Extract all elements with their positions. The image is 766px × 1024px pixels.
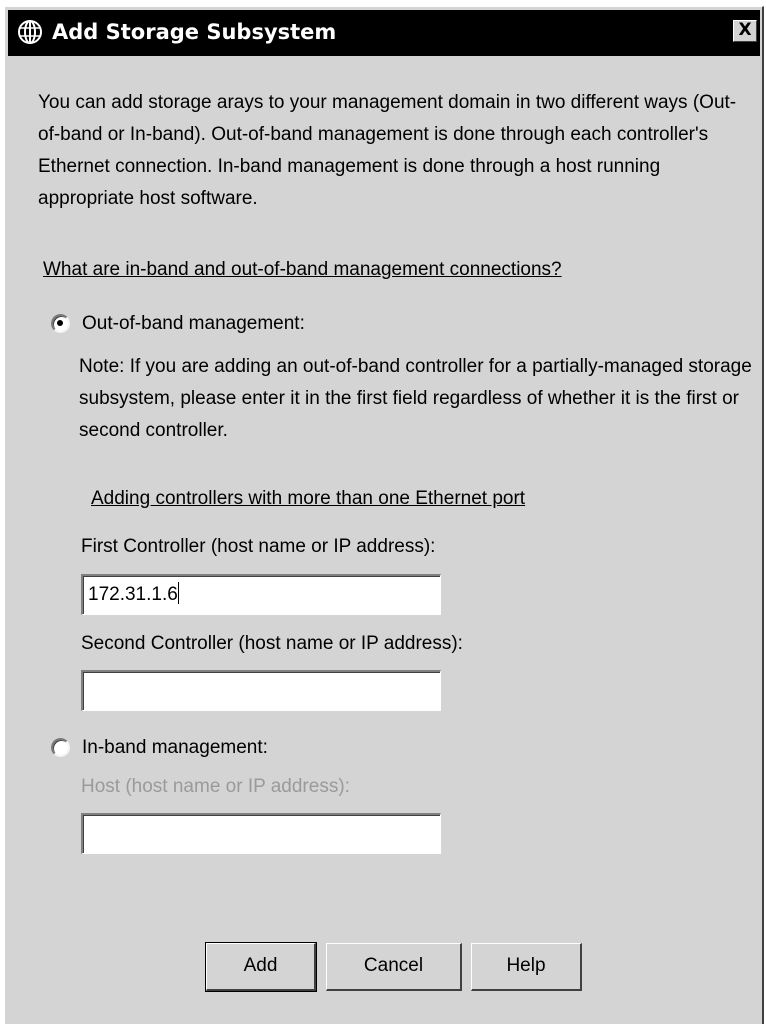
multi-port-help-link[interactable]: Adding controllers with more than one Et… [91, 487, 525, 511]
first-controller-input[interactable]: 172.31.1.6 [81, 574, 441, 615]
first-controller-value: 172.31.1.6 [88, 584, 178, 605]
close-button[interactable]: X [733, 20, 757, 42]
host-label: Host (host name or IP address): [81, 776, 350, 797]
window-title: Add Storage Subsystem [52, 20, 337, 44]
out-of-band-radio[interactable] [51, 314, 70, 333]
in-band-label[interactable]: In-band management: [82, 736, 268, 760]
host-input[interactable] [81, 813, 441, 854]
connections-help-link[interactable]: What are in-band and out-of-band managem… [43, 258, 562, 282]
globe-icon [18, 20, 42, 44]
second-controller-input[interactable] [81, 670, 441, 711]
second-controller-label: Second Controller (host name or IP addre… [81, 633, 463, 654]
text-caret [177, 582, 179, 604]
help-button[interactable]: Help [471, 943, 582, 991]
intro-text: You can add storage arays to your manage… [38, 92, 737, 209]
out-of-band-label[interactable]: Out-of-band management: [82, 312, 305, 336]
cancel-button[interactable]: Cancel [326, 943, 462, 991]
out-of-band-note: Note: If you are adding an out-of-band c… [79, 356, 752, 441]
radio-selected-dot [57, 320, 63, 326]
add-button[interactable]: Add [205, 942, 317, 992]
title-bar[interactable]: Add Storage Subsystem X [8, 10, 760, 56]
add-storage-subsystem-dialog: Add Storage Subsystem X You can add stor… [4, 6, 764, 1024]
close-icon: X [738, 20, 752, 40]
in-band-radio[interactable] [51, 738, 70, 757]
first-controller-label: First Controller (host name or IP addres… [81, 536, 436, 557]
